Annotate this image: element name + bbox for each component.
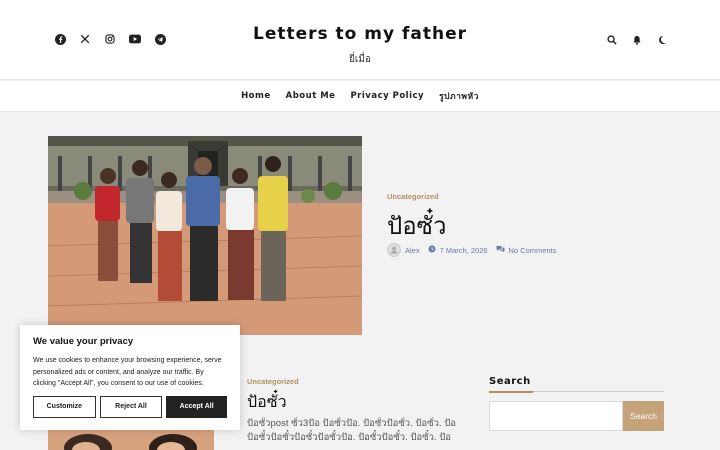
bell-icon[interactable] — [629, 32, 645, 48]
main-nav: Home About Me Privacy Policy รูปภาพหัว — [0, 81, 720, 112]
header-actions — [604, 32, 670, 48]
cookie-banner-text: We use cookies to enhance your browsing … — [33, 357, 222, 388]
cookie-banner-actions: Customize Reject All Accept All — [33, 395, 228, 418]
featured-post-image[interactable] — [48, 136, 362, 335]
post-title[interactable]: ปัอซั๋ว — [247, 390, 287, 415]
search-input[interactable] — [489, 401, 623, 431]
dark-mode-icon[interactable] — [654, 32, 670, 48]
reject-all-button[interactable]: Reject All — [99, 395, 163, 418]
author-avatar[interactable] — [387, 243, 401, 257]
nav-item-home[interactable]: Home — [241, 91, 271, 101]
author-name[interactable]: Alex — [405, 246, 420, 255]
featured-post-category[interactable]: Uncategorized — [387, 192, 439, 201]
customize-button[interactable]: Customize — [33, 395, 96, 418]
site-tagline: ยี่เมื่อ — [349, 54, 371, 65]
search-button[interactable]: Search — [623, 401, 664, 431]
search-icon[interactable] — [604, 32, 620, 48]
accept-all-button[interactable]: Accept All — [166, 395, 228, 418]
featured-post-byline: Alex 7 March, 2026 No Comments — [387, 243, 556, 257]
comments-icon — [496, 245, 505, 255]
featured-post-title[interactable]: ปัอซั๋ว — [387, 206, 446, 245]
cookie-consent-banner: We value your privacy We use cookies to … — [20, 325, 240, 430]
nav-item-about[interactable]: About Me — [286, 91, 336, 101]
nav-item-thai[interactable]: รูปภาพหัว — [439, 89, 479, 103]
search-widget-heading: Search — [489, 376, 664, 393]
post-excerpt: ปัอซั๋วpost ซั๋ว3ปัอ ปัอซั๋วปัอ. ปัอซั๋ว… — [247, 418, 456, 443]
search-widget: Search — [489, 401, 664, 431]
post-date[interactable]: 7 March, 2026 — [440, 246, 488, 255]
post-category[interactable]: Uncategorized — [247, 377, 299, 386]
comments-link[interactable]: No Comments — [509, 246, 557, 255]
post-image[interactable] — [48, 430, 214, 450]
site-header: Letters to my father ยี่เมื่อ — [0, 0, 720, 80]
clock-icon — [428, 245, 436, 255]
nav-item-privacy[interactable]: Privacy Policy — [350, 91, 424, 101]
cookie-banner-title: We value your privacy — [33, 336, 134, 347]
